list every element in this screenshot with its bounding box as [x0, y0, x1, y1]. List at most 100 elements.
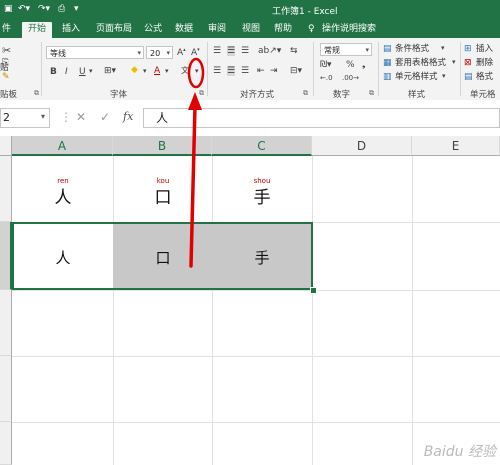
decrease-decimal-icon[interactable]: .00→ — [342, 74, 359, 82]
chevron-down-icon[interactable]: ▾ — [41, 112, 45, 121]
fill-color-icon[interactable]: ◆ — [131, 65, 138, 75]
watermark: Baidu 经验 — [423, 444, 496, 460]
alignment-launcher-icon[interactable]: ⧉ — [303, 89, 308, 98]
tab-data[interactable]: 数据 — [169, 22, 199, 38]
divider — [378, 42, 379, 96]
row-header-4[interactable] — [0, 356, 12, 422]
chevron-down-icon[interactable]: ▾ — [441, 44, 445, 52]
bold-button[interactable]: B — [50, 67, 57, 77]
comma-style-icon[interactable]: ❟ — [362, 60, 366, 70]
conditional-format-button[interactable]: 条件格式 — [395, 43, 429, 55]
increase-indent-icon[interactable]: ⇥ — [270, 66, 278, 76]
clipboard-group-label: 贴板 — [0, 90, 18, 100]
row-header-1[interactable] — [0, 156, 12, 222]
annotation-overlay — [187, 57, 205, 268]
align-bottom-icon[interactable]: ☰ — [241, 46, 249, 56]
chevron-down-icon[interactable]: ▾ — [143, 67, 147, 75]
cell-a1[interactable]: 人 — [13, 183, 113, 208]
decrease-indent-icon[interactable]: ⇤ — [257, 66, 265, 76]
number-format-combo[interactable]: 常规 ▾ — [320, 43, 372, 56]
align-center-icon[interactable]: ☰ — [227, 66, 236, 76]
table-format-icon: ▦ — [383, 58, 392, 68]
conditional-format-icon: ▤ — [383, 44, 392, 54]
number-launcher-icon[interactable]: ⧉ — [369, 89, 374, 98]
number-group-label: 数字 — [333, 90, 351, 100]
tell-me-search[interactable]: 操作说明搜索 — [316, 22, 382, 38]
tab-file[interactable]: 件 — [0, 22, 13, 38]
accounting-format-icon[interactable]: ₪▾ — [320, 60, 332, 70]
cell-c1[interactable]: 手 — [212, 183, 312, 208]
font-name-combo[interactable]: 等线 ▾ — [46, 46, 144, 59]
underline-button[interactable]: U — [79, 67, 86, 77]
italic-button[interactable]: I — [65, 67, 68, 77]
chevron-down-icon[interactable]: ▾ — [89, 67, 93, 75]
format-as-table-button[interactable]: 套用表格格式 — [395, 57, 446, 69]
title-bar: ▣ ↶▾ ↷▾ ⎙ ▾ 工作簿1 - Excel — [0, 0, 500, 20]
insert-function-button[interactable]: fx — [123, 110, 133, 123]
tab-page-layout[interactable]: 页面布局 — [90, 22, 138, 38]
cancel-icon[interactable]: ✕ — [76, 110, 86, 124]
fill-handle[interactable] — [310, 287, 317, 294]
format-painter-icon[interactable]: ✎ — [2, 72, 10, 82]
gridline — [312, 156, 313, 465]
delete-cells-button[interactable]: 删除 — [476, 57, 493, 69]
tab-view[interactable]: 视图 — [236, 22, 266, 38]
wrap-text-icon[interactable]: ⇆ — [290, 46, 298, 56]
cell-a2[interactable]: 人 — [13, 247, 113, 268]
align-right-icon[interactable]: ☰ — [241, 66, 249, 76]
format-cells-icon: ▤ — [464, 72, 473, 82]
cut-icon[interactable]: ✂ — [2, 44, 11, 57]
insert-cells-button[interactable]: 插入 — [476, 43, 493, 55]
merge-center-icon[interactable]: ⊟▾ — [290, 66, 302, 76]
cell-styles-button[interactable]: 单元格样式 — [395, 71, 438, 83]
tab-review[interactable]: 审阅 — [202, 22, 232, 38]
clipboard-launcher-icon[interactable]: ⧉ — [34, 89, 39, 98]
chevron-down-icon[interactable]: ▾ — [452, 58, 456, 66]
gridline — [12, 290, 500, 291]
column-header-d[interactable]: D — [312, 136, 412, 156]
align-top-icon[interactable]: ☰ — [213, 46, 221, 56]
font-name-value: 等线 — [50, 49, 66, 58]
redo-icon[interactable]: ↷▾ — [38, 4, 50, 14]
dots-icon: ⋮ — [60, 110, 72, 124]
annotation-circle — [187, 57, 205, 89]
enter-icon[interactable]: ✓ — [100, 110, 110, 124]
alignment-group-label: 对齐方式 — [240, 90, 275, 100]
font-size-combo[interactable]: 20 ▾ — [146, 46, 173, 59]
chevron-down-icon: ▾ — [137, 49, 141, 57]
percent-icon[interactable]: % — [346, 60, 355, 70]
column-header-c[interactable]: C — [212, 136, 312, 156]
font-color-button[interactable]: A — [154, 66, 160, 76]
save-icon[interactable]: ▣ — [4, 4, 13, 14]
divider — [41, 42, 42, 96]
tab-formulas[interactable]: 公式 — [138, 22, 168, 38]
quick-access-icon[interactable]: ⎙ — [58, 4, 65, 14]
row-header-3[interactable] — [0, 290, 12, 356]
styles-group-label: 样式 — [408, 90, 426, 100]
formula-content: 人 — [156, 111, 169, 125]
align-middle-icon[interactable]: ☰ — [227, 46, 236, 56]
window-title: 工作簿1 - Excel — [272, 7, 338, 17]
tab-help[interactable]: 帮助 — [268, 22, 298, 38]
row-header-2[interactable] — [0, 222, 12, 290]
cells-group-label: 单元格 — [470, 90, 496, 100]
cell-c2[interactable]: 手 — [212, 247, 312, 268]
orientation-icon[interactable]: ab↗▾ — [258, 46, 281, 56]
row-header-5[interactable] — [0, 422, 12, 465]
number-format-value: 常规 — [324, 46, 340, 55]
chevron-down-icon[interactable]: ▾ — [165, 67, 169, 75]
format-cells-button[interactable]: 格式 — [476, 71, 493, 83]
customize-toolbar-icon[interactable]: ▾ — [74, 4, 79, 14]
column-header-a[interactable]: A — [12, 136, 113, 156]
chevron-down-icon: ▾ — [365, 46, 369, 54]
delete-cells-icon: ⊠ — [464, 58, 472, 68]
select-all-corner[interactable] — [0, 136, 12, 156]
tab-insert[interactable]: 插入 — [56, 22, 86, 38]
tab-home[interactable]: 开始 — [22, 22, 53, 38]
copy-icon[interactable]: ⎘ — [2, 58, 9, 68]
increase-decimal-icon[interactable]: ←.0 — [320, 74, 333, 82]
chevron-down-icon[interactable]: ▾ — [442, 72, 446, 80]
column-header-e[interactable]: E — [412, 136, 500, 156]
border-icon[interactable]: ⊞▾ — [104, 66, 116, 76]
undo-icon[interactable]: ↶▾ — [18, 4, 30, 14]
